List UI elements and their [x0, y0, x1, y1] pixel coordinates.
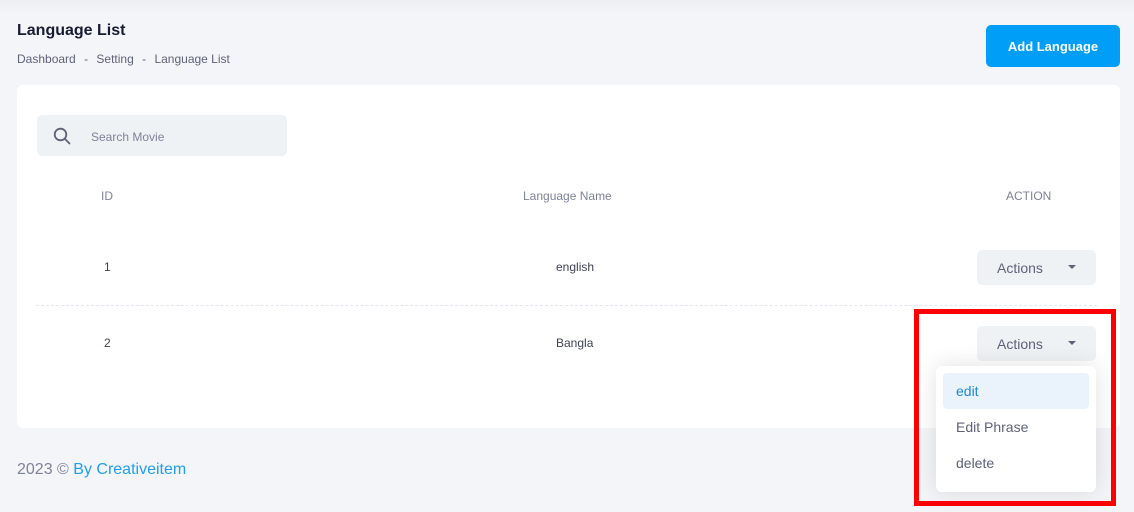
footer-copyright: 2023 © — [17, 461, 69, 478]
row-language-name: Bangla — [556, 336, 594, 350]
search-icon — [53, 127, 71, 145]
breadcrumb-dashboard[interactable]: Dashboard — [17, 52, 76, 66]
row-id: 1 — [104, 260, 111, 274]
add-language-button[interactable]: Add Language — [986, 25, 1120, 67]
top-shadow — [0, 0, 1134, 14]
footer-creativeitem-link[interactable]: By Creativeitem — [73, 461, 186, 478]
highlight-box — [914, 309, 1116, 506]
actions-button-label: Actions — [997, 259, 1043, 276]
search-input[interactable] — [89, 115, 283, 158]
column-header-language-name: Language Name — [523, 189, 612, 203]
caret-down-icon — [1068, 265, 1076, 269]
breadcrumb-separator: - — [84, 52, 89, 66]
row-language-name: english — [556, 260, 595, 274]
column-header-action: ACTION — [1006, 189, 1052, 203]
search-box[interactable] — [37, 115, 287, 158]
page-header: Language List — [17, 22, 125, 40]
actions-dropdown-button[interactable]: Actions — [977, 250, 1096, 285]
row-id: 2 — [104, 336, 111, 350]
footer: 2023 © By Creativeitem — [17, 461, 186, 479]
breadcrumb: Dashboard - Setting - Language List — [17, 52, 230, 66]
row-divider — [36, 305, 1097, 306]
page-title: Language List — [17, 22, 126, 39]
breadcrumb-separator: - — [142, 52, 147, 66]
column-header-id: ID — [101, 189, 113, 203]
breadcrumb-language-list: Language List — [154, 52, 230, 66]
breadcrumb-setting[interactable]: Setting — [96, 52, 133, 66]
